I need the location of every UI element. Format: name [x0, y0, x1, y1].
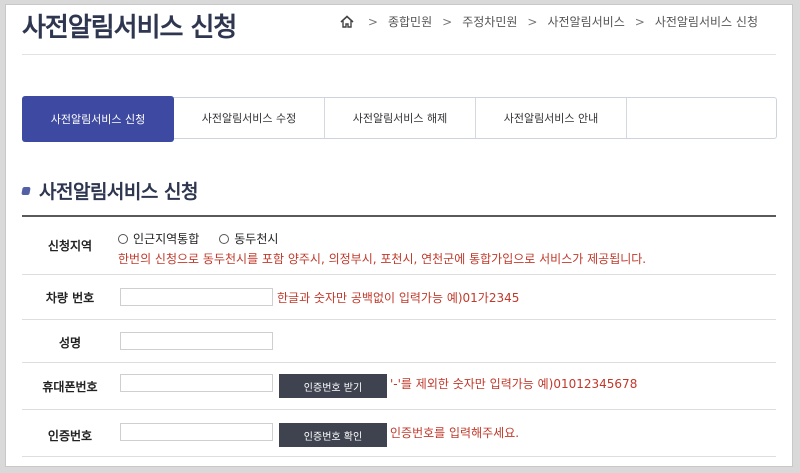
phone-input[interactable] [120, 374, 273, 392]
tab-bar-filler [627, 98, 776, 138]
breadcrumb-separator: > [527, 14, 538, 29]
phone-note: '-'를 제외한 숫자만 입력가능 예)01012345678 [390, 377, 638, 391]
auth-code-input[interactable] [120, 423, 273, 441]
section-title-text: 사전알림서비스 신청 [39, 181, 198, 203]
name-input[interactable] [120, 332, 273, 350]
tab-bar: 사전알림서비스 신청 사전알림서비스 수정 사전알림서비스 해제 사전알림서비스… [22, 96, 777, 142]
breadcrumb-item-civil[interactable]: 종합민원 [388, 13, 432, 30]
tab-guide[interactable]: 사전알림서비스 안내 [476, 98, 627, 138]
car-number-note: 한글과 숫자만 공백없이 입력가능 예)01가2345 [277, 291, 520, 305]
section-title: 사전알림서비스 신청 [21, 177, 198, 204]
breadcrumb: > 종합민원 > 주정차민원 > 사전알림서비스 > 사전알림서비스 신청 [340, 13, 758, 30]
radio-dongducheon[interactable]: 동두천시 [219, 230, 278, 247]
car-number-input[interactable] [120, 288, 273, 306]
request-auth-code-button[interactable]: 인증번호 받기 [279, 374, 387, 398]
form-row-phone: 휴대폰번호 인증번호 받기 '-'를 제외한 숫자만 입력가능 예)010123… [22, 363, 776, 410]
verify-auth-code-button[interactable]: 인증번호 확인 [279, 423, 387, 447]
form-row-name: 성명 [22, 320, 776, 363]
breadcrumb-item-current: 사전알림서비스 신청 [654, 15, 758, 29]
car-number-label: 차량 번호 [45, 291, 95, 305]
region-note: 한번의 신청으로 동두천시를 포함 양주시, 의정부시, 포천시, 연천군에 통… [118, 252, 647, 266]
region-radio-group: 인근지역통합 동두천시 [118, 230, 278, 247]
page-frame: 사전알림서비스 신청 > 종합민원 > 주정차민원 > 사전알림서비스 > 사전… [5, 4, 793, 467]
tab-apply[interactable]: 사전알림서비스 신청 [22, 96, 174, 142]
radio-label: 인근지역통합 [133, 232, 200, 246]
auth-code-label: 인증번호 [47, 429, 93, 443]
breadcrumb-separator: > [367, 14, 378, 29]
tab-modify[interactable]: 사전알림서비스 수정 [174, 98, 325, 138]
home-icon[interactable] [340, 15, 354, 28]
radio-circle-icon[interactable] [219, 233, 230, 244]
breadcrumb-item-alert-service[interactable]: 사전알림서비스 [547, 13, 624, 30]
region-label: 신청지역 [47, 239, 93, 253]
breadcrumb-item-parking[interactable]: 주정차민원 [462, 13, 517, 30]
radio-circle-icon[interactable] [118, 233, 128, 244]
phone-label: 휴대폰번호 [42, 380, 98, 394]
form-row-car-number: 차량 번호 한글과 숫자만 공백없이 입력가능 예)01가2345 [22, 275, 776, 320]
tab-cancel[interactable]: 사전알림서비스 해제 [325, 98, 476, 138]
page-title: 사전알림서비스 신청 [22, 13, 237, 43]
radio-nearby-integrated[interactable]: 인근지역통합 [118, 230, 199, 247]
breadcrumb-separator: > [442, 14, 453, 29]
form-row-auth-code: 인증번호 인증번호 확인 인증번호를 입력해주세요. [22, 410, 776, 457]
name-label: 성명 [58, 336, 82, 350]
breadcrumb-separator: > [634, 14, 645, 29]
form-row-region: 신청지역 인근지역통합 동두천시 한번의 신청으로 동두천시를 포함 양주시, … [22, 217, 776, 275]
auth-code-note: 인증번호를 입력해주세요. [390, 426, 520, 440]
radio-label: 동두천시 [234, 232, 279, 246]
header-divider [22, 54, 776, 55]
section-bullet-icon [21, 186, 31, 195]
